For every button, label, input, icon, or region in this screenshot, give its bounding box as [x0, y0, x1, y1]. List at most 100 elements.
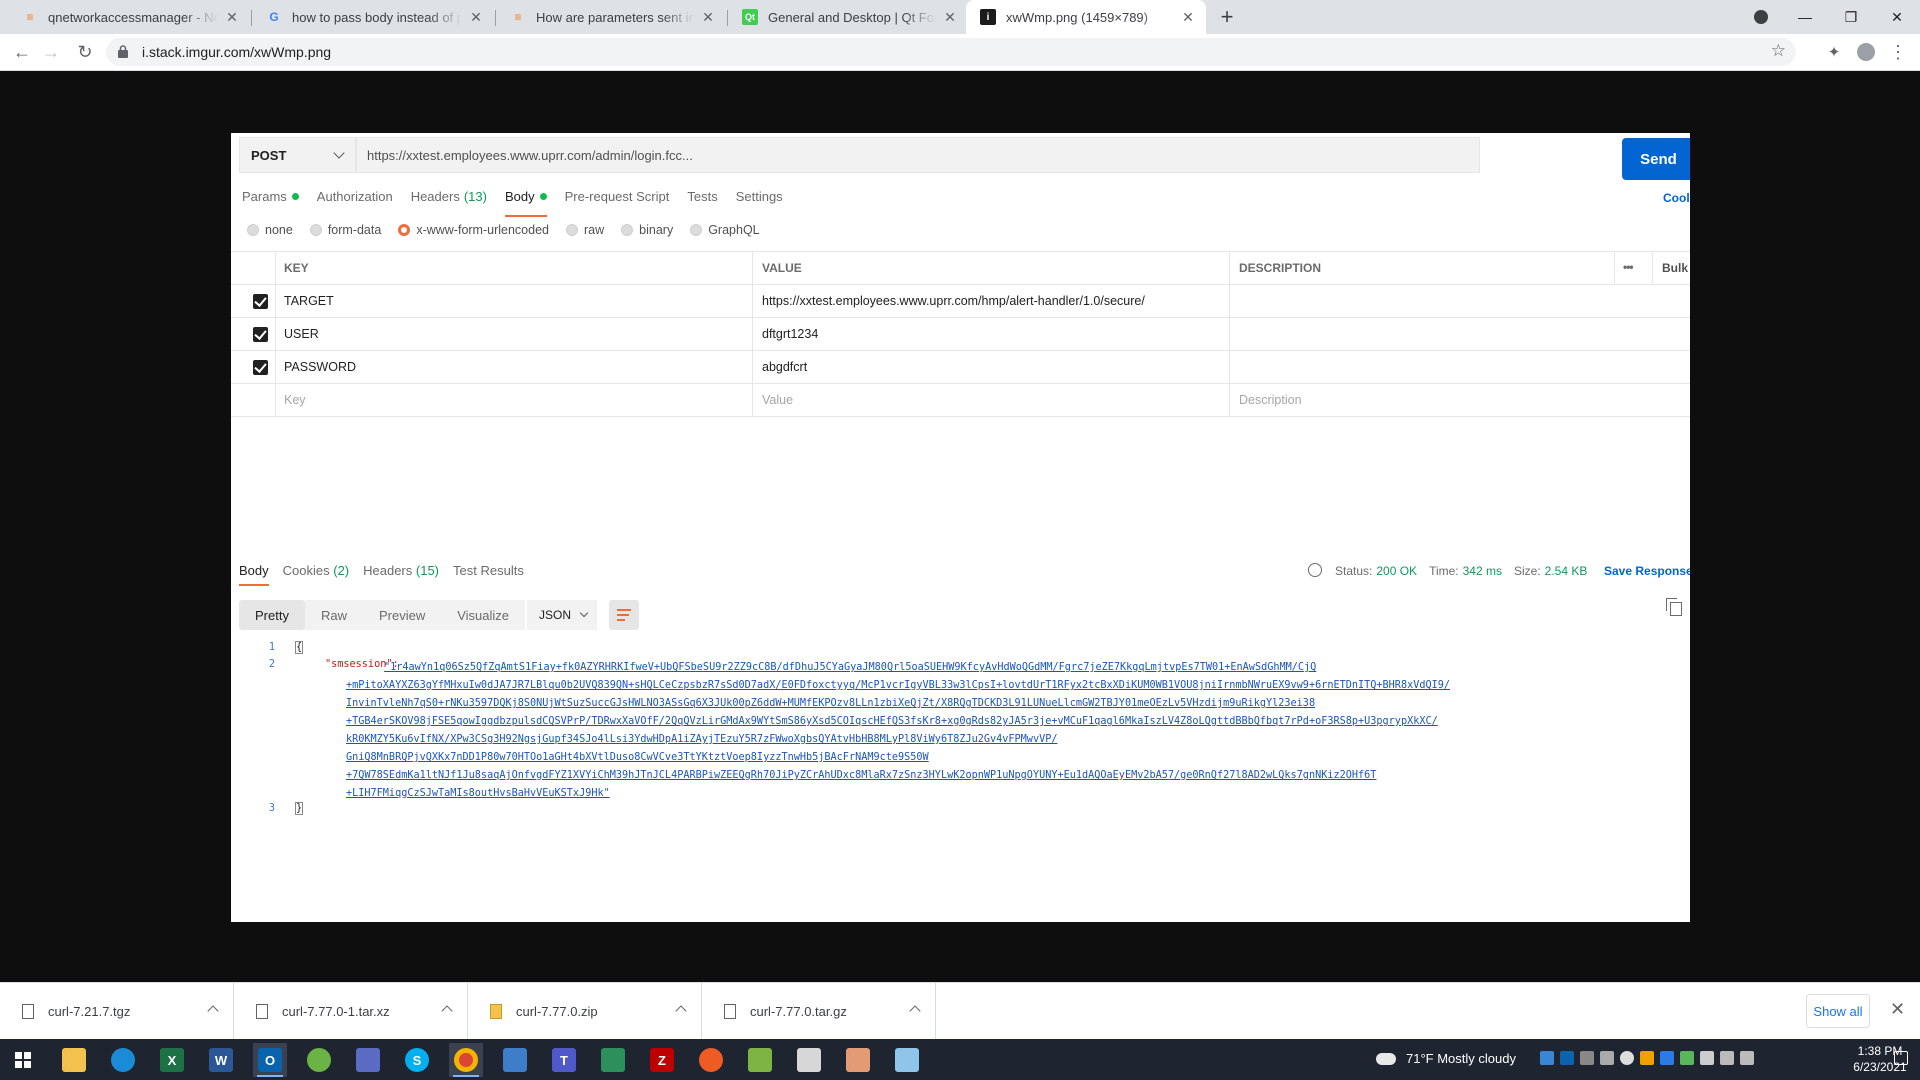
close-download-bar-icon[interactable]: ✕ — [1890, 999, 1905, 1020]
response-tab-cookies[interactable]: Cookies (2) — [283, 563, 349, 578]
outlook-icon[interactable]: O — [253, 1043, 287, 1077]
paint-icon[interactable] — [841, 1043, 875, 1077]
tray-icon[interactable] — [1540, 1051, 1554, 1065]
key-placeholder-input[interactable]: Key — [284, 384, 306, 417]
vm-icon[interactable] — [596, 1043, 630, 1077]
address-bar[interactable]: i.stack.imgur.com/xwWmp.png ☆ — [106, 38, 1796, 66]
notepad-icon[interactable] — [743, 1043, 777, 1077]
param-key[interactable]: USER — [284, 318, 319, 351]
new-tab-button[interactable]: + — [1213, 3, 1241, 31]
edge-icon[interactable] — [106, 1043, 140, 1077]
download-item[interactable]: curl-7.77.0.tar.gz — [702, 983, 936, 1040]
postman-icon[interactable] — [694, 1043, 728, 1077]
send-button[interactable]: Send — [1622, 138, 1690, 180]
back-icon[interactable]: ← — [8, 38, 36, 66]
more-options-icon[interactable]: ••• — [1623, 260, 1634, 274]
volume-icon[interactable] — [1740, 1051, 1754, 1065]
value-placeholder-input[interactable]: Value — [762, 384, 793, 417]
tab-authorization[interactable]: Authorization — [317, 184, 393, 208]
save-response-button[interactable]: Save Response — [1604, 564, 1690, 578]
skype-icon[interactable]: S — [400, 1043, 434, 1077]
profile-avatar-icon[interactable] — [1852, 38, 1880, 66]
weather-widget[interactable]: 71°F Mostly cloudy — [1376, 1051, 1516, 1066]
row-checkbox[interactable] — [253, 327, 268, 342]
restore-icon[interactable]: ❐ — [1828, 0, 1874, 34]
close-tab-icon[interactable]: ✕ — [1180, 9, 1196, 25]
tray-icon[interactable] — [1660, 1051, 1674, 1065]
chevron-up-icon[interactable] — [441, 1005, 453, 1017]
browser-tab[interactable]: ≡ How are parameters sent in an H ✕ — [496, 0, 726, 34]
show-all-button[interactable]: Show all — [1806, 994, 1870, 1028]
network-app-icon[interactable] — [351, 1043, 385, 1077]
param-key[interactable]: TARGET — [284, 285, 334, 318]
browser-tab-active[interactable]: i xwWmp.png (1459×789) ✕ — [966, 0, 1206, 34]
bookmark-star-icon[interactable]: ☆ — [1771, 41, 1786, 61]
view-preview[interactable]: Preview — [362, 600, 442, 630]
snip-icon[interactable] — [890, 1043, 924, 1077]
method-select[interactable]: POST — [239, 137, 356, 173]
description-placeholder-input[interactable]: Description — [1239, 384, 1302, 417]
param-value[interactable]: https://xxtest.employees.www.uprr.com/hm… — [762, 285, 1145, 318]
row-checkbox[interactable] — [253, 294, 268, 309]
response-tab-body[interactable]: Body — [239, 563, 269, 586]
browser-menu-icon[interactable]: ⋮ — [1884, 38, 1912, 66]
cookies-link[interactable]: Cool — [1663, 191, 1690, 205]
tab-tests[interactable]: Tests — [687, 184, 717, 208]
response-tab-headers[interactable]: Headers (15) — [363, 563, 439, 578]
tray-icon[interactable] — [1580, 1051, 1594, 1065]
tray-icon[interactable] — [1680, 1051, 1694, 1065]
windows-start-icon[interactable] — [6, 1043, 40, 1077]
excel-icon[interactable]: X — [155, 1043, 189, 1077]
radio-form-data[interactable]: form-data — [309, 223, 381, 237]
radio-raw[interactable]: raw — [566, 223, 604, 237]
reload-icon[interactable]: ↻ — [71, 38, 99, 66]
tray-icon[interactable] — [1640, 1051, 1654, 1065]
request-url-input[interactable]: https://xxtest.employees.www.uprr.com/ad… — [356, 137, 1480, 173]
chrome-icon[interactable] — [449, 1043, 483, 1077]
copy-icon[interactable] — [1666, 598, 1682, 616]
chevron-up-icon[interactable] — [207, 1005, 219, 1017]
notification-icon[interactable] — [1894, 1051, 1908, 1065]
tab-search-icon[interactable] — [1738, 0, 1784, 34]
format-select[interactable]: JSON — [527, 600, 597, 630]
filezilla-icon[interactable]: Z — [645, 1043, 679, 1077]
close-tab-icon[interactable]: ✕ — [942, 9, 958, 25]
param-value[interactable]: abgdfcrt — [762, 351, 807, 384]
extensions-icon[interactable]: ✦ — [1820, 38, 1848, 66]
xbox-icon[interactable] — [302, 1043, 336, 1077]
response-tab-test-results[interactable]: Test Results — [453, 563, 524, 578]
view-pretty[interactable]: Pretty — [239, 600, 305, 630]
chevron-up-icon[interactable] — [909, 1005, 921, 1017]
view-raw[interactable]: Raw — [304, 600, 363, 630]
battery-icon[interactable] — [1700, 1051, 1714, 1065]
forward-icon[interactable]: → — [37, 38, 65, 66]
radio-graphql[interactable]: GraphQL — [690, 223, 760, 237]
teams-icon[interactable]: T — [547, 1043, 581, 1077]
browser-tab[interactable]: ≡ qnetworkaccessmanager - Not g ✕ — [8, 0, 250, 34]
rdp-icon[interactable] — [498, 1043, 532, 1077]
close-tab-icon[interactable]: ✕ — [224, 9, 240, 25]
chevron-up-icon[interactable] — [675, 1005, 687, 1017]
tab-body[interactable]: Body — [504, 184, 547, 217]
tab-pre-request-script[interactable]: Pre-request Script — [565, 184, 670, 208]
param-value[interactable]: dftgrt1234 — [762, 318, 818, 351]
close-tab-icon[interactable]: ✕ — [700, 9, 716, 25]
tray-icon[interactable] — [1620, 1051, 1634, 1065]
browser-tab[interactable]: G how to pass body instead of para ✕ — [252, 0, 494, 34]
tab-headers[interactable]: Headers (13) — [411, 184, 487, 208]
wifi-icon[interactable] — [1720, 1051, 1734, 1065]
radio-x-www-form-urlencoded[interactable]: x-www-form-urlencoded — [398, 223, 549, 237]
browser-tab[interactable]: Qt General and Desktop | Qt Forum ✕ — [728, 0, 968, 34]
close-tab-icon[interactable]: ✕ — [468, 9, 484, 25]
radio-binary[interactable]: binary — [621, 223, 673, 237]
download-item[interactable]: curl-7.77.0-1.tar.xz — [234, 983, 468, 1040]
download-item[interactable]: curl-7.21.7.tgz — [0, 983, 234, 1040]
globe-icon[interactable] — [1308, 563, 1322, 577]
radio-none[interactable]: none — [247, 223, 293, 237]
bulk-edit-button[interactable]: Bulk — [1662, 252, 1688, 285]
view-visualize[interactable]: Visualize — [441, 600, 526, 630]
minimize-icon[interactable]: — — [1782, 0, 1828, 34]
app-icon[interactable] — [792, 1043, 826, 1077]
param-key[interactable]: PASSWORD — [284, 351, 356, 384]
download-item[interactable]: curl-7.77.0.zip — [468, 983, 702, 1040]
